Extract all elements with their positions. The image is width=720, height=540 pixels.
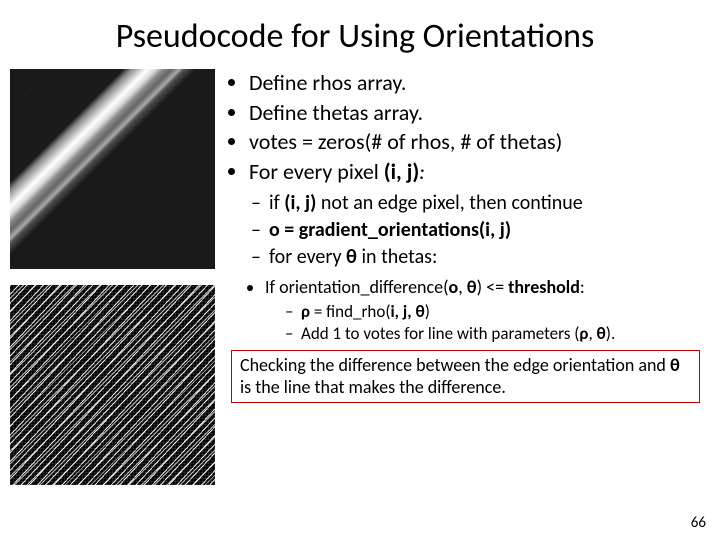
grayscale-road-image — [10, 69, 215, 269]
text-frag: for every — [269, 245, 346, 269]
text-theta: θ — [670, 354, 680, 376]
slide-container: Pseudocode for Using Orientations Define… — [0, 0, 720, 540]
text-frag: not an edge pixel, then continue — [316, 191, 582, 215]
text-frag: ) <= — [477, 276, 509, 298]
image-column — [10, 69, 215, 485]
content-row: Define rhos array. Define thetas array. … — [10, 69, 700, 485]
sub-gradient-orientations: o = gradient_orientations(i, j) — [255, 218, 700, 243]
sub-for-every-theta: for every θ in thetas: — [255, 245, 700, 270]
text-frag: = find_rho( — [310, 301, 390, 322]
text-frag: , — [588, 323, 596, 344]
text-o: o — [449, 276, 459, 298]
sub-if-not-edge: if (i, j) not an edge pixel, then contin… — [255, 191, 700, 216]
text-theta: θ — [597, 323, 606, 344]
text-ij: (i, j) — [284, 191, 316, 215]
text-frag: ) — [425, 301, 430, 322]
bullet-votes-zeros: votes = zeros(# of rhos, # of thetas) — [249, 128, 700, 156]
bullet-define-thetas: Define thetas array. — [249, 99, 700, 127]
text-theta: θ — [467, 276, 477, 298]
text-frag: : — [419, 158, 425, 185]
text-frag: Checking the difference between the edge… — [240, 354, 670, 376]
text-bold: o = gradient_orientations(i, j) — [269, 218, 511, 242]
bullet-list-level2: if (i, j) not an edge pixel, then contin… — [225, 191, 700, 270]
text-frag: If orientation_difference( — [265, 276, 449, 298]
text-frag: : — [580, 276, 585, 298]
text-frag: is the line that makes the difference. — [240, 376, 506, 398]
page-number: 66 — [691, 514, 706, 532]
bullet-list-level1: Define rhos array. Define thetas array. … — [225, 69, 700, 185]
subsub-orientation-diff: If orientation_difference(o, θ) <= thres… — [265, 276, 700, 344]
text-ij: (i, j) — [384, 158, 419, 185]
text-frag: in thetas: — [357, 245, 437, 269]
bullet-define-rhos: Define rhos array. — [249, 69, 700, 97]
text-frag: Add 1 to votes for line with parameters … — [301, 323, 579, 344]
bullet-list-level4: ρ = find_rho(i, j, θ) Add 1 to votes for… — [265, 301, 700, 345]
text-frag: For every pixel — [249, 158, 384, 185]
text-threshold: threshold — [508, 276, 580, 298]
leaf-add-vote: Add 1 to votes for line with parameters … — [287, 323, 700, 344]
text-frag: , — [458, 276, 467, 298]
bullet-for-every-pixel: For every pixel (i, j): — [249, 158, 700, 186]
callout-box: Checking the difference between the edge… — [231, 350, 700, 403]
text-args: i, j, θ — [390, 301, 424, 322]
text-column: Define rhos array. Define thetas array. … — [225, 69, 700, 485]
slide-title: Pseudocode for Using Orientations — [10, 16, 700, 57]
text-theta: θ — [346, 245, 357, 269]
leaf-find-rho: ρ = find_rho(i, j, θ) — [287, 301, 700, 322]
bullet-list-level3: If orientation_difference(o, θ) <= thres… — [225, 276, 700, 344]
text-rho: ρ — [301, 301, 310, 322]
edge-map-image — [10, 285, 215, 485]
text-frag: ). — [606, 323, 615, 344]
text-frag: if — [269, 191, 284, 215]
